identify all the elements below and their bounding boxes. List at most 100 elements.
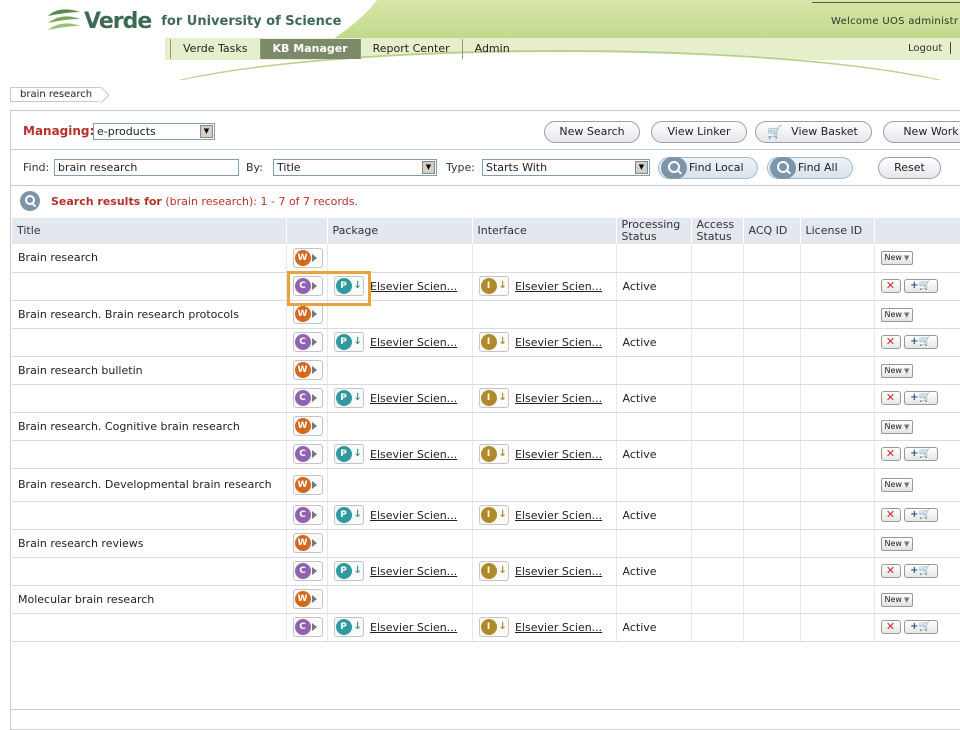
play-icon [311, 511, 317, 519]
work-button[interactable]: W [292, 589, 323, 609]
add-to-basket-button[interactable]: +🛒 [903, 447, 938, 461]
new-dropdown-label: New [884, 309, 902, 319]
work-button[interactable]: W [292, 416, 323, 436]
new-dropdown[interactable]: New ▼ [880, 251, 914, 266]
new-work-button[interactable]: New Work [883, 121, 960, 143]
record-title: Brain research. Brain research protocols [12, 300, 287, 329]
interface-link[interactable]: Elsevier Scien... [515, 509, 602, 522]
collection-button[interactable]: C [292, 332, 323, 352]
delete-button[interactable]: ✕ [880, 564, 901, 578]
package-button[interactable]: P ↓ [333, 444, 364, 464]
interface-link[interactable]: Elsevier Scien... [515, 448, 602, 461]
new-dropdown[interactable]: New ▼ [880, 419, 914, 434]
collection-button[interactable]: C [292, 505, 323, 525]
collection-button[interactable]: C [292, 388, 323, 408]
interface-link[interactable]: Elsevier Scien... [515, 280, 602, 293]
delete-button[interactable]: ✕ [880, 620, 901, 634]
package-link[interactable]: Elsevier Scien... [370, 565, 457, 578]
add-to-basket-button[interactable]: +🛒 [903, 620, 938, 634]
add-to-basket-button[interactable]: +🛒 [903, 508, 938, 522]
work-button[interactable]: W [292, 474, 323, 495]
interface-button[interactable]: I ↓ [478, 505, 509, 525]
col-header-package[interactable]: Package [327, 218, 473, 244]
work-button[interactable]: W [292, 360, 323, 380]
interface-link[interactable]: Elsevier Scien... [515, 392, 602, 405]
collection-button[interactable]: C [292, 444, 323, 464]
play-icon [311, 480, 317, 489]
tab-report-center[interactable]: Report Center [359, 39, 462, 59]
work-button[interactable]: W [292, 247, 323, 268]
delete-button[interactable]: ✕ [880, 335, 901, 349]
col-header-processing-status[interactable]: Processing Status [616, 218, 692, 244]
collection-button[interactable]: C [292, 617, 323, 637]
welcome-text: Welcome UOS administr [831, 16, 959, 27]
view-basket-button[interactable]: 🛒 View Basket [755, 121, 872, 143]
collection-icon-cell: C [286, 440, 328, 469]
col-header-title[interactable]: Title [12, 218, 287, 244]
package-link[interactable]: Elsevier Scien... [370, 392, 457, 405]
find-local-button[interactable]: Find Local [658, 157, 758, 179]
delete-button[interactable]: ✕ [880, 508, 901, 522]
close-icon: ✕ [885, 564, 896, 577]
col-header-interface[interactable]: Interface [472, 218, 617, 244]
interface-button[interactable]: I ↓ [478, 332, 509, 352]
col-header-access-status[interactable]: Access Status [691, 218, 744, 244]
reset-button[interactable]: Reset [878, 157, 941, 179]
package-button[interactable]: P ↓ [333, 561, 364, 581]
new-dropdown[interactable]: New ▼ [880, 363, 914, 378]
interface-link[interactable]: Elsevier Scien... [515, 565, 602, 578]
logo-subtitle: for University of Science [161, 14, 342, 29]
add-to-basket-button[interactable]: +🛒 [903, 391, 938, 405]
work-icon-cell: W [286, 356, 328, 385]
interface-link[interactable]: Elsevier Scien... [515, 621, 602, 634]
interface-button[interactable]: I ↓ [478, 561, 509, 581]
type-select[interactable]: Starts With ▼ [482, 159, 650, 176]
package-icon-letter: P [335, 507, 352, 523]
col-header-acq-id[interactable]: ACQ ID [743, 218, 801, 244]
package-button[interactable]: P ↓ [333, 505, 364, 525]
package-link[interactable]: Elsevier Scien... [370, 336, 457, 349]
add-to-basket-button[interactable]: +🛒 [903, 335, 938, 349]
interface-link[interactable]: Elsevier Scien... [515, 336, 602, 349]
new-dropdown[interactable]: New ▼ [880, 478, 914, 492]
package-button[interactable]: P ↓ [333, 388, 364, 408]
new-dropdown[interactable]: New ▼ [880, 307, 914, 322]
new-dropdown[interactable]: New ▼ [880, 536, 914, 551]
collection-button[interactable]: C [292, 561, 323, 581]
logout-link[interactable]: Logout [908, 43, 942, 54]
package-link[interactable]: Elsevier Scien... [370, 448, 457, 461]
package-link[interactable]: Elsevier Scien... [370, 280, 457, 293]
find-input[interactable]: brain research [54, 159, 239, 176]
work-icon-letter: W [294, 249, 311, 266]
package-button[interactable]: P ↓ [333, 332, 364, 352]
view-linker-button[interactable]: View Linker [651, 121, 747, 143]
new-search-button[interactable]: New Search [544, 121, 640, 143]
work-button[interactable]: W [292, 533, 323, 553]
interface-button[interactable]: I ↓ [478, 617, 509, 637]
tab-kb-manager[interactable]: KB Manager [259, 39, 360, 59]
add-to-basket-button[interactable]: +🛒 [903, 564, 938, 578]
add-to-basket-button[interactable]: +🛒 [903, 279, 938, 293]
work-button[interactable]: W [292, 304, 323, 324]
breadcrumb[interactable]: brain research [10, 87, 101, 102]
package-link[interactable]: Elsevier Scien... [370, 509, 457, 522]
by-select[interactable]: Title ▼ [273, 159, 437, 176]
add-cart-icon: +🛒 [910, 280, 931, 291]
new-dropdown[interactable]: New ▼ [880, 592, 914, 607]
empty-cell [472, 356, 617, 385]
tab-verde-tasks[interactable]: Verde Tasks [170, 39, 260, 59]
find-all-button[interactable]: Find All [767, 157, 853, 179]
interface-button[interactable]: I ↓ [478, 444, 509, 464]
package-link[interactable]: Elsevier Scien... [370, 621, 457, 634]
empty-cell [327, 356, 473, 385]
verde-logo[interactable]: Verde for University of Science [46, 6, 341, 34]
managing-select[interactable]: e-products ▼ [93, 123, 215, 140]
delete-button[interactable]: ✕ [880, 391, 901, 405]
interface-button[interactable]: I ↓ [478, 276, 509, 296]
tab-admin[interactable]: Admin [461, 39, 522, 59]
interface-button[interactable]: I ↓ [478, 388, 509, 408]
delete-button[interactable]: ✕ [880, 447, 901, 461]
package-button[interactable]: P ↓ [333, 617, 364, 637]
col-header-license-id[interactable]: License ID [800, 218, 875, 244]
delete-button[interactable]: ✕ [880, 279, 901, 293]
